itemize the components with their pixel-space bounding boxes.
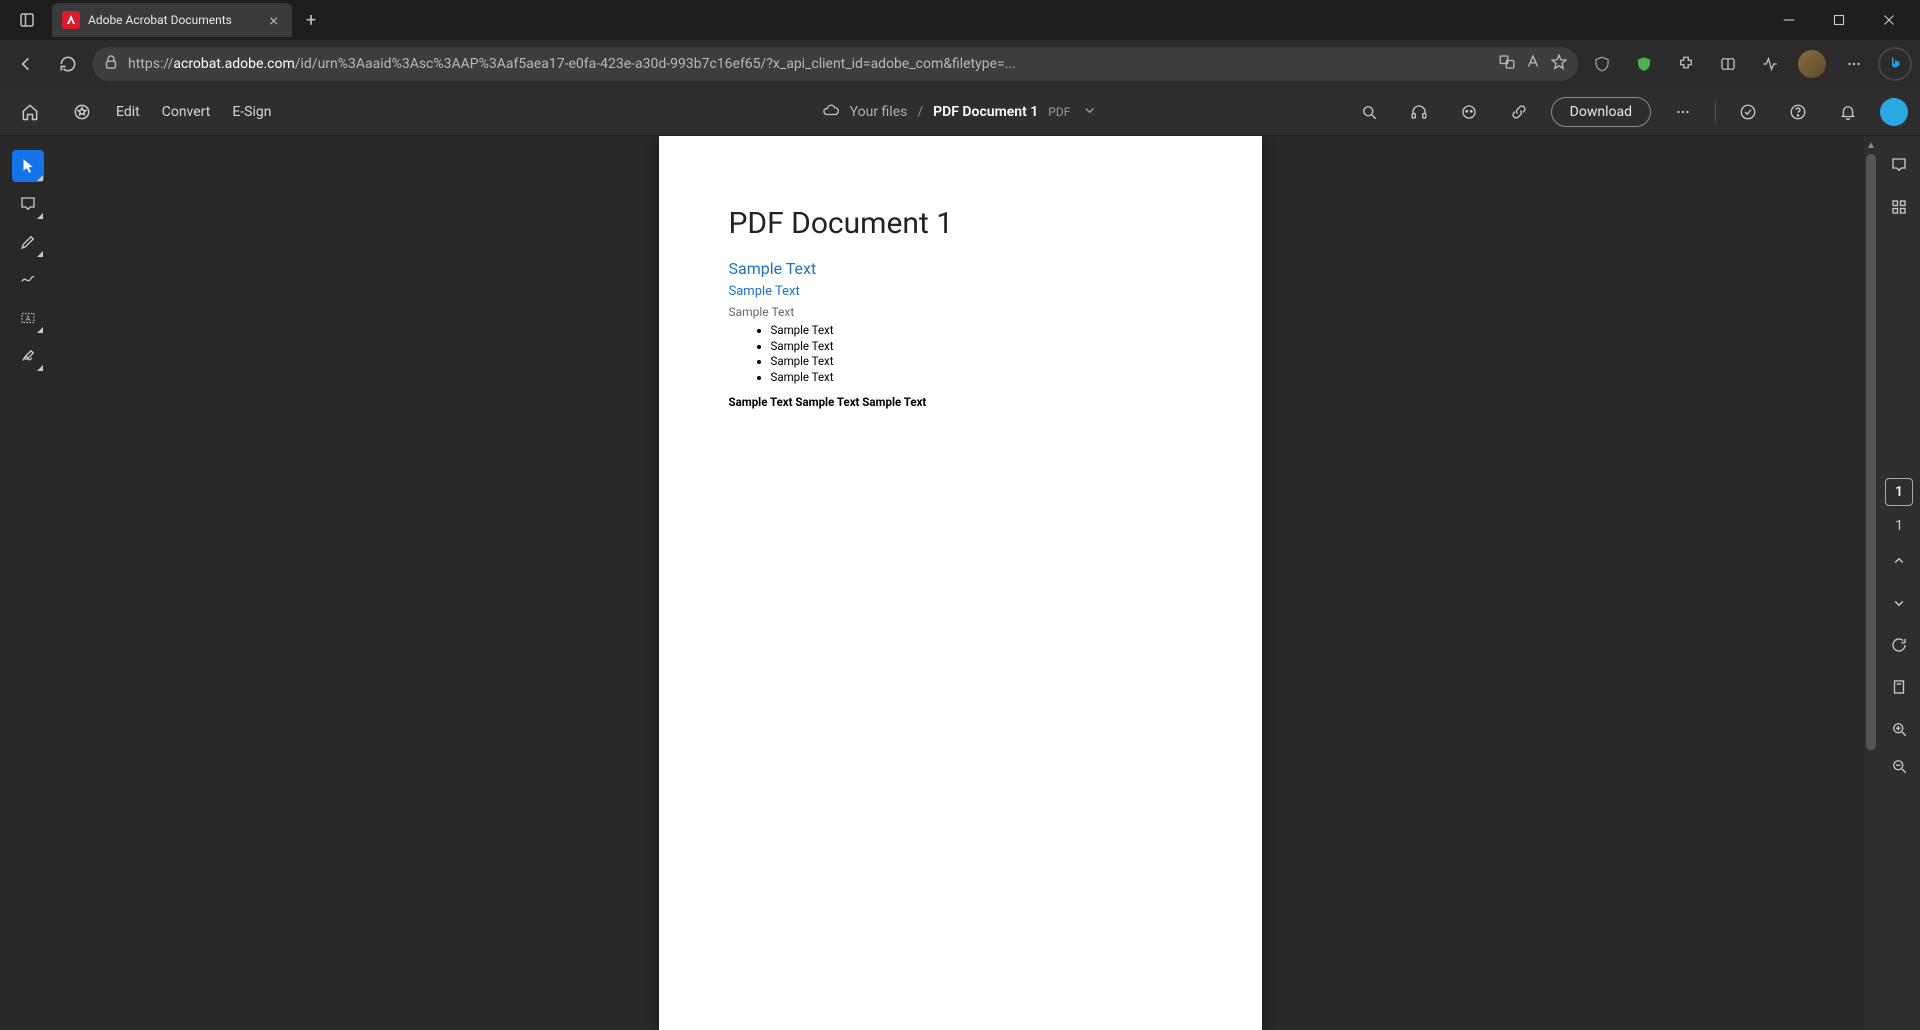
doc-heading-4: Sample Text xyxy=(729,305,1192,319)
list-item: Sample Text xyxy=(771,354,1192,370)
page-down-icon[interactable] xyxy=(1884,588,1914,618)
url-rest: /id/urn%3Aaaid%3Asc%3AAP%3Aaf5aea17-e0fa… xyxy=(295,56,1016,72)
breadcrumb-filetype: PDF xyxy=(1048,105,1070,119)
panels-grid-icon[interactable] xyxy=(1884,192,1914,222)
browser-titlebar: Adobe Acrobat Documents × + xyxy=(0,0,1920,40)
address-bar[interactable]: https://acrobat.adobe.com/id/urn%3Aaaid%… xyxy=(92,47,1578,81)
translate-icon[interactable] xyxy=(1498,53,1516,75)
right-rail: 1 1 xyxy=(1878,136,1920,1030)
star-tool-icon[interactable] xyxy=(64,102,100,122)
highlight-tool[interactable] xyxy=(12,226,44,258)
back-button[interactable] xyxy=(8,46,44,82)
tab-close-button[interactable]: × xyxy=(265,11,282,30)
tracking-shield-icon[interactable] xyxy=(1584,46,1620,82)
breadcrumb-separator: / xyxy=(917,104,923,120)
tab-strip: Adobe Acrobat Documents × + xyxy=(46,0,330,40)
draw-tool[interactable] xyxy=(12,264,44,296)
cloud-icon xyxy=(822,101,840,123)
divider xyxy=(1715,101,1716,123)
scroll-thumb[interactable] xyxy=(1866,154,1876,750)
window-controls xyxy=(1766,4,1912,36)
list-item: Sample Text xyxy=(771,339,1192,355)
acrobat-favicon xyxy=(62,11,80,29)
url-domain: acrobat.adobe.com xyxy=(173,56,294,72)
menu-esign[interactable]: E-Sign xyxy=(232,104,271,120)
help-icon[interactable] xyxy=(1780,103,1816,121)
breadcrumb-path[interactable]: Your files xyxy=(850,104,908,120)
acrobat-appbar: Edit Convert E-Sign Your files / PDF Doc… xyxy=(0,88,1920,136)
more-menu-icon[interactable] xyxy=(1836,46,1872,82)
fit-page-icon[interactable] xyxy=(1884,672,1914,702)
menu-convert[interactable]: Convert xyxy=(162,104,211,120)
menu-edit[interactable]: Edit xyxy=(116,104,140,120)
scroll-up-arrow[interactable]: ▲ xyxy=(1866,140,1876,154)
new-tab-button[interactable]: + xyxy=(292,10,330,31)
workspace: A PDF Document 1 Sample Text Sample Text… xyxy=(0,136,1920,1030)
minimize-button[interactable] xyxy=(1766,4,1812,36)
tab-actions-button[interactable] xyxy=(8,1,46,39)
doc-heading-3: Sample Text xyxy=(729,284,1192,299)
pdf-page: PDF Document 1 Sample Text Sample Text S… xyxy=(659,136,1262,1030)
doc-heading-2: Sample Text xyxy=(729,259,1192,278)
performance-icon[interactable] xyxy=(1752,46,1788,82)
url-text: https://acrobat.adobe.com/id/urn%3Aaaid%… xyxy=(128,56,1490,72)
list-item: Sample Text xyxy=(771,370,1192,386)
breadcrumb: Your files / PDF Document 1 PDF xyxy=(822,101,1099,123)
page-total: 1 xyxy=(1895,518,1903,534)
select-tool[interactable] xyxy=(12,150,44,182)
account-avatar[interactable] xyxy=(1880,98,1908,126)
left-tool-rail: A xyxy=(0,136,56,1030)
app-menu: Edit Convert E-Sign xyxy=(116,104,271,120)
browser-tab[interactable]: Adobe Acrobat Documents × xyxy=(52,3,292,37)
ai-assistant-icon[interactable] xyxy=(1451,103,1487,121)
search-icon[interactable] xyxy=(1351,103,1387,121)
tab-title: Adobe Acrobat Documents xyxy=(88,13,257,27)
zoom-out-icon[interactable] xyxy=(1884,756,1914,786)
headphones-icon[interactable] xyxy=(1401,103,1437,121)
refresh-button[interactable] xyxy=(50,46,86,82)
read-aloud-icon[interactable] xyxy=(1524,53,1542,75)
comments-panel-icon[interactable] xyxy=(1884,150,1914,180)
vertical-scrollbar[interactable]: ▲ xyxy=(1864,136,1878,1030)
appbar-right: Download xyxy=(1351,97,1908,127)
maximize-button[interactable] xyxy=(1816,4,1862,36)
list-item: Sample Text xyxy=(771,323,1192,339)
home-icon[interactable] xyxy=(12,102,48,122)
lock-icon xyxy=(102,53,120,75)
more-options-icon[interactable] xyxy=(1665,103,1701,121)
page-current-input[interactable]: 1 xyxy=(1885,478,1913,506)
breadcrumb-filename[interactable]: PDF Document 1 xyxy=(933,104,1038,120)
add-text-tool[interactable]: A xyxy=(12,302,44,334)
doc-bullet-list: Sample Text Sample Text Sample Text Samp… xyxy=(729,323,1192,385)
collections-icon[interactable] xyxy=(1710,46,1746,82)
bing-chat-button[interactable] xyxy=(1878,47,1912,81)
document-canvas[interactable]: PDF Document 1 Sample Text Sample Text S… xyxy=(56,136,1864,1030)
security-shield-icon[interactable] xyxy=(1626,46,1662,82)
browser-toolbar: https://acrobat.adobe.com/id/urn%3Aaaid%… xyxy=(0,40,1920,88)
profile-avatar[interactable] xyxy=(1794,46,1830,82)
favorite-icon[interactable] xyxy=(1550,53,1568,75)
notifications-icon[interactable] xyxy=(1830,103,1866,121)
doc-bold-line: Sample Text Sample Text Sample Text xyxy=(729,395,1192,409)
saved-check-icon[interactable] xyxy=(1730,103,1766,121)
scroll-track[interactable] xyxy=(1864,154,1878,1030)
page-up-icon[interactable] xyxy=(1884,546,1914,576)
download-button[interactable]: Download xyxy=(1551,97,1651,127)
svg-text:A: A xyxy=(26,314,31,323)
rotate-icon[interactable] xyxy=(1884,630,1914,660)
extensions-icon[interactable] xyxy=(1668,46,1704,82)
url-prefix: https:// xyxy=(128,56,173,72)
chevron-down-icon[interactable] xyxy=(1080,101,1098,123)
close-window-button[interactable] xyxy=(1866,4,1912,36)
doc-title: PDF Document 1 xyxy=(729,206,1192,241)
zoom-in-icon[interactable] xyxy=(1884,714,1914,744)
share-link-icon[interactable] xyxy=(1501,103,1537,121)
fill-sign-tool[interactable] xyxy=(12,340,44,372)
comment-tool[interactable] xyxy=(12,188,44,220)
